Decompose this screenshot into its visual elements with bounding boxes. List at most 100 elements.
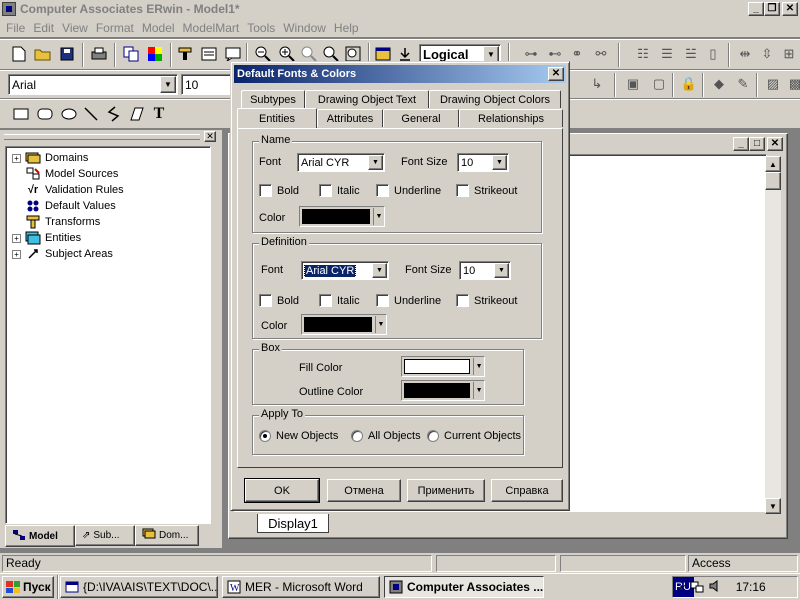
tab-model[interactable]: Model: [5, 525, 75, 547]
new-file-icon[interactable]: [8, 43, 30, 65]
dialog-close-button[interactable]: ✕: [548, 67, 564, 81]
menu-view[interactable]: View: [58, 21, 92, 35]
align-bottom-icon[interactable]: ☱: [680, 43, 702, 65]
name-underline-checkbox[interactable]: Underline: [376, 184, 441, 197]
entity-shadow-icon[interactable]: ▣: [622, 73, 644, 95]
many-to-many-icon[interactable]: ⚯: [590, 43, 612, 65]
menu-edit[interactable]: Edit: [29, 21, 58, 35]
network-icon[interactable]: [690, 579, 704, 596]
menu-model[interactable]: Model: [138, 21, 179, 35]
menu-window[interactable]: Window: [279, 21, 330, 35]
tree-item-entities[interactable]: + Entities: [12, 230, 81, 246]
space-vertical-icon[interactable]: ⇳: [756, 43, 778, 65]
menu-tools[interactable]: Tools: [243, 21, 279, 35]
expand-icon[interactable]: +: [12, 249, 21, 259]
copy-icon[interactable]: [120, 43, 142, 65]
name-bold-checkbox[interactable]: Bold: [259, 184, 299, 197]
apply-all-objects-radio[interactable]: All Objects: [351, 430, 421, 442]
chevron-down-icon[interactable]: ▼: [473, 382, 484, 399]
tree-item-model-sources[interactable]: Model Sources: [12, 166, 118, 182]
start-button[interactable]: Пуск: [2, 576, 54, 598]
open-folder-icon[interactable]: [32, 43, 54, 65]
center-icon[interactable]: ⊞: [778, 43, 800, 65]
tree-item-validation-rules[interactable]: √r Validation Rules: [12, 182, 124, 198]
definition-bold-checkbox[interactable]: Bold: [259, 294, 299, 307]
tab-general[interactable]: General: [383, 109, 459, 127]
definition-italic-checkbox[interactable]: Italic: [319, 294, 360, 307]
minimize-button[interactable]: _: [748, 2, 764, 16]
tree-item-transforms[interactable]: Transforms: [12, 214, 100, 230]
line-tool-icon[interactable]: [80, 103, 102, 125]
save-icon[interactable]: [56, 43, 78, 65]
font-name-select[interactable]: Arial ▼: [8, 74, 178, 95]
chevron-down-icon[interactable]: ▼: [373, 208, 384, 225]
relationship-line-icon[interactable]: ↳: [586, 73, 608, 95]
align-left-icon[interactable]: ▯: [702, 43, 724, 65]
polygon-tool-icon[interactable]: [126, 103, 148, 125]
tray-expand-icon[interactable]: «: [679, 580, 686, 594]
rectangle-tool-icon[interactable]: [10, 103, 32, 125]
help-button[interactable]: Справка: [491, 479, 563, 502]
print-icon[interactable]: [88, 43, 110, 65]
restore-button[interactable]: ❐: [764, 2, 780, 16]
model-minimize-button[interactable]: _: [733, 137, 749, 151]
apply-new-objects-radio[interactable]: New Objects: [259, 430, 338, 442]
chevron-down-icon[interactable]: ▼: [160, 76, 176, 93]
pushpin-icon[interactable]: ✎: [732, 73, 754, 95]
close-button[interactable]: ✕: [782, 2, 798, 16]
task-erwin[interactable]: Computer Associates ...: [384, 576, 544, 598]
delete-icon[interactable]: ▨: [762, 73, 784, 95]
apply-button[interactable]: Применить: [407, 479, 485, 502]
menu-modelmart[interactable]: ModelMart: [179, 21, 244, 35]
explorer-close-button[interactable]: ✕: [204, 131, 216, 142]
tab-attributes[interactable]: Attributes: [317, 109, 383, 127]
tab-subtypes[interactable]: Subtypes: [241, 90, 305, 108]
chevron-down-icon[interactable]: ▼: [492, 155, 507, 170]
name-font-size-select[interactable]: 10 ▼: [457, 153, 509, 172]
task-folder[interactable]: {D:\IVA\AIS\TEXT\DOC\...: [60, 576, 218, 598]
model-maximize-button[interactable]: □: [749, 137, 765, 151]
chevron-down-icon[interactable]: ▼: [375, 316, 386, 333]
definition-font-size-select[interactable]: 10 ▼: [459, 261, 511, 280]
box-icon[interactable]: ▢: [648, 73, 670, 95]
color-palette-icon[interactable]: [144, 43, 166, 65]
erwin-app-icon[interactable]: [2, 2, 16, 16]
outline-color-picker[interactable]: ▼: [401, 380, 485, 401]
definition-strikeout-checkbox[interactable]: Strikeout: [456, 294, 517, 307]
apply-current-objects-radio[interactable]: Current Objects: [427, 430, 521, 442]
menu-file[interactable]: File: [2, 21, 29, 35]
entity-tool-icon[interactable]: [174, 43, 196, 65]
paint-icon[interactable]: ◆: [708, 73, 730, 95]
vertical-scrollbar[interactable]: ▲ ▼: [765, 156, 781, 514]
tab-subject-areas[interactable]: ⇗ Sub...: [75, 525, 135, 546]
definition-font-select[interactable]: Arial CYR ▼: [301, 261, 389, 280]
tree-item-subject-areas[interactable]: + Subject Areas: [12, 246, 113, 262]
scroll-down-icon[interactable]: ▼: [765, 498, 781, 514]
chevron-down-icon[interactable]: ▼: [372, 263, 387, 278]
display-tab[interactable]: Display1: [257, 514, 329, 533]
name-font-select[interactable]: Arial CYR ▼: [297, 153, 385, 172]
definition-color-picker[interactable]: ▼: [301, 314, 387, 335]
align-middle-icon[interactable]: ☰: [656, 43, 678, 65]
name-strikeout-checkbox[interactable]: Strikeout: [456, 184, 517, 197]
tab-entities[interactable]: Entities: [237, 108, 317, 128]
fill-color-picker[interactable]: ▼: [401, 356, 485, 377]
task-word[interactable]: W MER - Microsoft Word: [222, 576, 380, 598]
tab-drawing-object-colors[interactable]: Drawing Object Colors: [429, 90, 561, 108]
tree-item-default-values[interactable]: Default Values: [12, 198, 116, 214]
polyline-tool-icon[interactable]: [103, 103, 125, 125]
rounded-rectangle-tool-icon[interactable]: [34, 103, 56, 125]
settings-icon[interactable]: ▩: [784, 73, 800, 95]
tree-item-domains[interactable]: + Domains: [12, 150, 88, 166]
volume-icon[interactable]: [708, 579, 722, 596]
ok-button[interactable]: OK: [244, 478, 320, 503]
cancel-button[interactable]: Отмена: [327, 479, 401, 502]
tab-drawing-object-text[interactable]: Drawing Object Text: [305, 90, 429, 108]
space-horizontal-icon[interactable]: ⇹: [734, 43, 756, 65]
scroll-up-icon[interactable]: ▲: [765, 156, 781, 172]
expand-icon[interactable]: +: [12, 153, 21, 163]
chevron-down-icon[interactable]: ▼: [494, 263, 509, 278]
lock-icon[interactable]: 🔒: [678, 73, 700, 95]
chevron-down-icon[interactable]: ▼: [473, 358, 484, 375]
menu-help[interactable]: Help: [330, 21, 363, 35]
